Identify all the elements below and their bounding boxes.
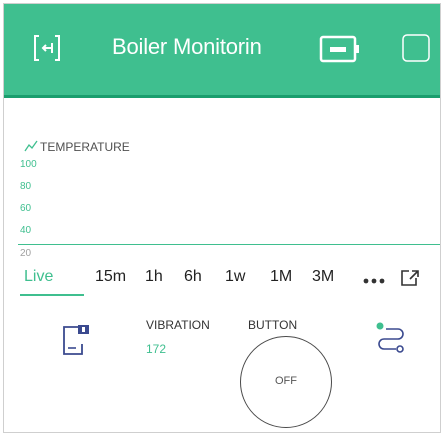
document-icon[interactable] <box>60 324 90 356</box>
back-icon[interactable] <box>30 31 64 65</box>
temperature-chart: TEMPERATURE 100 80 60 40 20 <box>4 104 440 274</box>
range-live[interactable]: Live <box>24 268 53 286</box>
more-dots-icon[interactable] <box>363 278 389 284</box>
line-chart-icon <box>24 140 38 152</box>
y-tick-label: 40 <box>20 225 32 236</box>
toggle-button[interactable]: OFF <box>240 336 332 428</box>
page-title: Boiler Monitorin <box>112 34 262 59</box>
range-selected-indicator <box>20 294 84 296</box>
vibration-label: VIBRATION <box>146 318 210 332</box>
range-3m[interactable]: 3M <box>312 268 334 286</box>
range-1m[interactable]: 1M <box>270 268 292 286</box>
y-tick-label: 80 <box>20 181 32 192</box>
flow-icon[interactable] <box>374 320 406 354</box>
range-15m[interactable]: 15m <box>95 268 126 286</box>
y-tick-label: 20 <box>20 248 32 259</box>
range-1h[interactable]: 1h <box>145 268 163 286</box>
chart-title: TEMPERATURE <box>40 140 130 154</box>
time-range-selector: Live 15m 1h 6h 1w 1M 3M <box>4 266 440 300</box>
y-tick-label: 100 <box>20 159 37 170</box>
button-widget-label: BUTTON <box>248 318 298 332</box>
vibration-value: 172 <box>146 342 167 356</box>
expand-icon[interactable] <box>399 268 421 288</box>
device-icon[interactable] <box>319 34 361 64</box>
app-screen: Boiler Monitorin TEMPERATURE 100 80 60 4… <box>3 3 441 433</box>
y-tick-label: 60 <box>20 203 32 214</box>
app-header: Boiler Monitorin <box>4 4 440 98</box>
chart-baseline <box>18 244 440 245</box>
toggle-button-state: OFF <box>275 375 297 387</box>
range-6h[interactable]: 6h <box>184 268 202 286</box>
square-icon[interactable] <box>401 33 431 63</box>
range-1w[interactable]: 1w <box>225 268 245 286</box>
